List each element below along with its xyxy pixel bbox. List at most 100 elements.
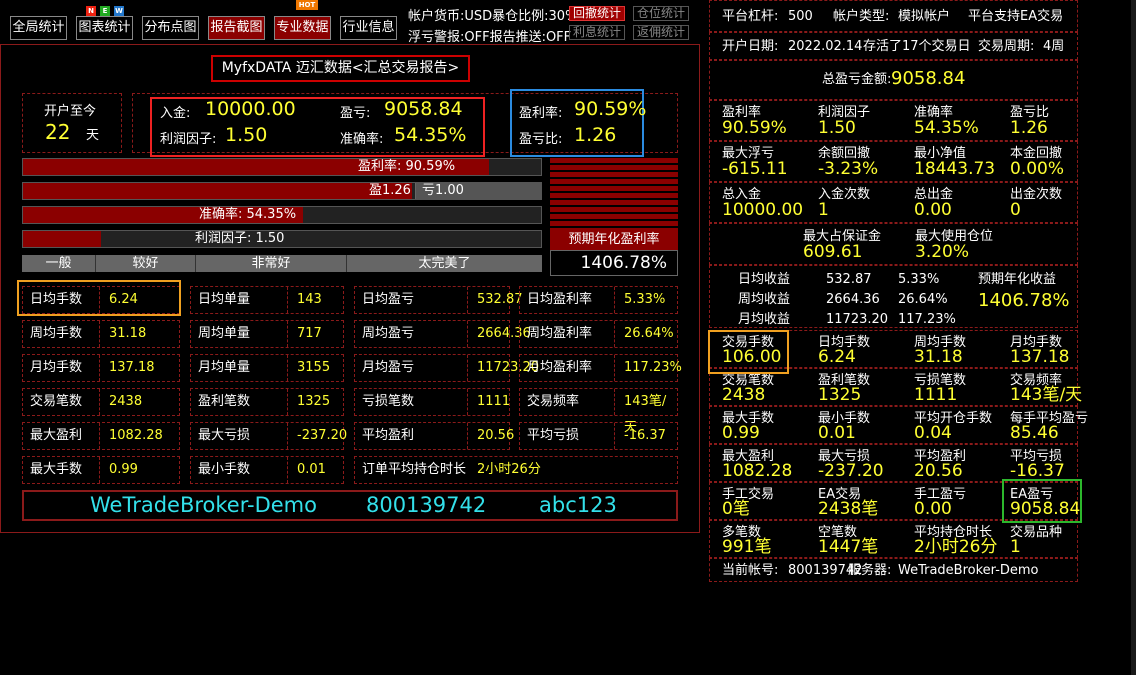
cell-divider bbox=[99, 389, 100, 415]
cell-divider bbox=[614, 355, 615, 381]
pl-ratio-label: 盈亏比: bbox=[519, 132, 563, 147]
stat-cell: 平均亏损 -16.37 bbox=[519, 422, 678, 450]
stat-cell: 最大盈利 1082.28 bbox=[22, 422, 180, 450]
stat-cell: 月均盈利率 117.23% bbox=[519, 354, 682, 382]
rebate-stats-button[interactable]: 返佣统计 bbox=[633, 25, 689, 40]
leverage-value: 500 bbox=[788, 9, 813, 24]
scale-good: 较好 bbox=[95, 255, 195, 272]
pl-ratio-bar: 盈1.26 亏1.00 bbox=[22, 182, 542, 200]
cell-divider bbox=[467, 287, 468, 313]
stat-value: 1082.28 bbox=[109, 428, 163, 443]
cell-divider bbox=[287, 423, 288, 449]
cell-divider bbox=[614, 321, 615, 347]
cell-divider bbox=[467, 423, 468, 449]
global-stats-button[interactable]: 全局统计 bbox=[10, 16, 67, 40]
avg-income-percent: 26.64% bbox=[898, 292, 948, 307]
rollback-stats-button[interactable]: 回撤统计 bbox=[569, 6, 625, 21]
stat-value: 1325 bbox=[297, 394, 331, 409]
profit-factor-label: 利润因子: bbox=[160, 132, 217, 147]
account-type-value: 模拟帐户 bbox=[898, 9, 951, 24]
right-lots-value: 0笔 bbox=[722, 499, 750, 519]
pl-ratio-value: 1.26 bbox=[574, 124, 617, 146]
right-stat-value: 1.50 bbox=[818, 118, 856, 138]
avg-income-amount: 532.87 bbox=[826, 272, 872, 287]
right-lots-value: 143笔/天 bbox=[1010, 385, 1083, 405]
accuracy-label: 准确率: bbox=[340, 132, 384, 147]
right-lots-value: 0.99 bbox=[722, 423, 760, 443]
deposit-value: 10000.00 bbox=[205, 98, 296, 120]
footer-server: WeTradeBroker-Demo bbox=[90, 493, 317, 517]
cell-divider bbox=[614, 389, 615, 415]
ea-support: 平台支持EA交易 bbox=[968, 9, 1064, 24]
stat-cell: 周均盈亏 2664.36 bbox=[354, 320, 531, 348]
stat-cell: 订单平均持仓时长 2小时26分 bbox=[354, 456, 678, 484]
new-badge-e: E bbox=[100, 6, 110, 16]
report-screenshot-button[interactable]: 报告截图 bbox=[208, 16, 265, 40]
stat-label: 周均手数 bbox=[30, 326, 83, 341]
profit-factor-bar-fill bbox=[23, 231, 101, 247]
profit-factor-value: 1.50 bbox=[225, 124, 268, 146]
stat-cell: 亏损笔数 1111 bbox=[354, 388, 510, 416]
stat-label: 订单平均持仓时长 bbox=[362, 462, 467, 477]
scrollbar[interactable] bbox=[1131, 0, 1136, 675]
industry-info-button[interactable]: 行业信息 bbox=[340, 16, 397, 40]
stat-cell: 盈利笔数 1325 bbox=[190, 388, 344, 416]
win-rate-bar-text: 盈利率: 90.59% bbox=[358, 159, 456, 174]
right-lots-value: 1447笔 bbox=[818, 537, 879, 557]
pl-ratio-bar-fill bbox=[23, 183, 412, 199]
right-lots-value: 85.46 bbox=[1010, 423, 1059, 443]
avg-income-amount: 2664.36 bbox=[826, 292, 880, 307]
stat-label: 最大盈利 bbox=[30, 428, 83, 443]
chart-stats-button[interactable]: 图表统计 bbox=[76, 16, 133, 40]
interest-stats-button[interactable]: 利息统计 bbox=[569, 25, 625, 40]
stat-value: 0.01 bbox=[297, 462, 326, 477]
right-stat-value: 18443.73 bbox=[914, 159, 996, 179]
footer-account: 800139742 bbox=[366, 493, 487, 517]
open-date-label: 开户日期: bbox=[722, 39, 779, 54]
total-pl-label: 总盈亏金额: bbox=[822, 72, 892, 87]
stat-value: -237.20 bbox=[297, 428, 348, 443]
right-lots-value: 1082.28 bbox=[722, 461, 793, 481]
right-stat-value: 1 bbox=[818, 200, 829, 220]
position-stats-button[interactable]: 仓位统计 bbox=[633, 6, 689, 21]
right-lots-value: 2小时26分 bbox=[914, 537, 998, 557]
pl-value: 9058.84 bbox=[384, 98, 463, 120]
forecast-gauge bbox=[550, 158, 678, 230]
report-title: MyfxDATA 迈汇数据<汇总交易报告> bbox=[211, 55, 470, 82]
scale-perfect: 太完美了 bbox=[346, 255, 542, 272]
cell-divider bbox=[287, 355, 288, 381]
stat-label: 月均单量 bbox=[198, 360, 251, 375]
stat-cell: 最小手数 0.01 bbox=[190, 456, 344, 484]
open-days-label: 开户至今 bbox=[44, 104, 97, 119]
new-badge-n: N bbox=[86, 6, 96, 16]
stat-label: 盈利笔数 bbox=[198, 394, 251, 409]
stat-value: 1111 bbox=[477, 394, 511, 409]
right-lots-value: 1 bbox=[1010, 537, 1021, 557]
cell-divider bbox=[467, 321, 468, 347]
stat-value: 3155 bbox=[297, 360, 331, 375]
ea-pl-highlight bbox=[1002, 479, 1082, 523]
daily-lots-highlight bbox=[17, 280, 181, 316]
profit-factor-bar: 利润因子: 1.50 bbox=[22, 230, 542, 248]
stat-label: 交易笔数 bbox=[30, 394, 83, 409]
stat-cell: 日均盈利率 5.33% bbox=[519, 286, 678, 314]
stat-cell: 最大亏损 -237.20 bbox=[190, 422, 348, 450]
open-date-value: 2022.02.14 bbox=[788, 39, 863, 54]
cell-divider bbox=[99, 321, 100, 347]
stat-cell: 最大手数 0.99 bbox=[22, 456, 180, 484]
deposit-label: 入金: bbox=[160, 106, 191, 121]
hot-badge: HOT bbox=[296, 0, 318, 10]
stat-cell: 交易笔数 2438 bbox=[22, 388, 180, 416]
pl-ratio-bar-loss-text: 亏1.00 bbox=[415, 183, 541, 199]
pro-data-button[interactable]: 专业数据 bbox=[274, 16, 331, 40]
right-lots-value: 137.18 bbox=[1010, 347, 1070, 367]
stat-cell: 日均单量 143 bbox=[190, 286, 344, 314]
avg-income-amount: 11723.20 bbox=[826, 312, 889, 327]
scatter-plot-button[interactable]: 分布点图 bbox=[142, 16, 199, 40]
stat-value: 5.33% bbox=[624, 292, 666, 307]
right-lots-value: 991笔 bbox=[722, 537, 772, 557]
stat-label: 亏损笔数 bbox=[362, 394, 415, 409]
forecast-value: 1406.78% bbox=[550, 250, 678, 276]
right-stat-value: 0.00% bbox=[1010, 159, 1065, 179]
total-pl-value: 9058.84 bbox=[891, 68, 966, 89]
